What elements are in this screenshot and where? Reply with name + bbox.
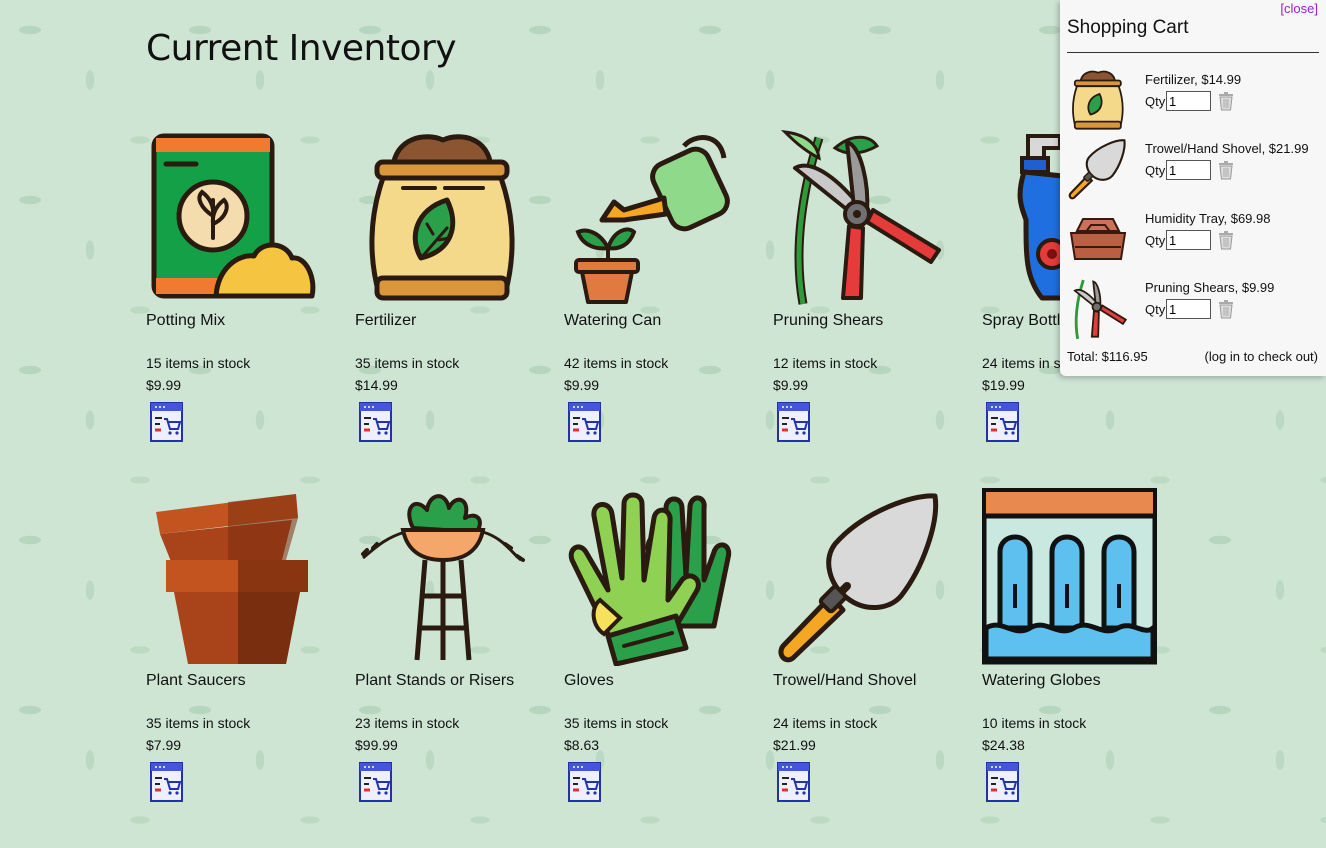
cart-item-label: Pruning Shears, $9.99 [1145,280,1275,295]
trash-icon[interactable] [1217,231,1235,250]
trash-icon[interactable] [1217,161,1235,180]
product-stock: 12 items in stock [773,355,878,371]
product-name: Pruning Shears [773,312,884,329]
cart-item: Trowel/Hand Shovel, $21.99 Qty: [1067,137,1319,205]
login-to-checkout-link[interactable]: (log in to check out) [1205,349,1318,364]
product-name: Gloves [564,672,614,689]
add-to-cart-button[interactable] [150,402,183,442]
product-price: $19.99 [982,377,1025,393]
humidity-tray-icon [1067,207,1129,271]
cart-item: Humidity Tray, $69.98 Qty: [1067,207,1319,275]
trash-icon[interactable] [1217,92,1235,111]
product-price: $14.99 [355,377,398,393]
cart-item-label: Fertilizer, $14.99 [1145,72,1242,87]
product-price: $9.99 [773,377,809,393]
shopping-cart-panel: [close] Shopping Cart Fertilizer, $14.99… [1060,0,1326,376]
product-card: Pruning Shears 12 items in stock $9.99 [773,128,982,488]
cart-item: Fertilizer, $14.99 Qty: [1067,68,1319,136]
qty-input[interactable] [1166,91,1211,111]
watering-can-icon [564,128,739,306]
product-grid: Potting Mix 15 items in stock $9.99 Fert… [146,128,1206,818]
product-card: Gloves 35 items in stock $8.63 [564,488,773,848]
product-name: Spray Bottle [982,312,1070,329]
cart-total: Total: $116.95 [1067,349,1148,364]
trowel-icon [773,488,948,666]
product-card: Fertilizer 35 items in stock $14.99 [355,128,564,488]
product-card: Trowel/Hand Shovel 24 items in stock $21… [773,488,982,848]
cart-item-label: Humidity Tray, $69.98 [1145,211,1271,226]
product-stock: 23 items in stock [355,715,460,731]
divider [1067,52,1319,53]
product-price: $99.99 [355,737,398,753]
add-to-cart-button[interactable] [986,762,1019,802]
pruning-shears-icon [1067,276,1129,340]
product-name: Plant Saucers [146,672,246,689]
product-name: Trowel/Hand Shovel [773,672,917,689]
product-stock: 42 items in stock [564,355,669,371]
plant-saucers-icon [146,488,321,666]
cart-item: Pruning Shears, $9.99 Qty: [1067,276,1319,344]
product-card: Plant Saucers 35 items in stock $7.99 [146,488,355,848]
pruning-shears-icon [773,128,948,306]
product-name: Potting Mix [146,312,226,329]
product-price: $9.99 [146,377,182,393]
product-card: Watering Can 42 items in stock $9.99 [564,128,773,488]
add-to-cart-button[interactable] [777,402,810,442]
plant-stand-icon [355,488,530,666]
add-to-cart-button[interactable] [986,402,1019,442]
trowel-icon [1067,137,1129,201]
product-card: Plant Stands or Risers 23 items in stock… [355,488,564,848]
product-stock: 35 items in stock [355,355,460,371]
product-name: Watering Can [564,312,662,329]
product-stock: 35 items in stock [146,715,251,731]
qty-input[interactable] [1166,160,1211,180]
potting-mix-icon [146,128,321,306]
add-to-cart-button[interactable] [150,762,183,802]
add-to-cart-button[interactable] [568,402,601,442]
product-name: Fertilizer [355,312,417,329]
product-stock: 24 items in stock [773,715,878,731]
trash-icon[interactable] [1217,300,1235,319]
product-price: $7.99 [146,737,182,753]
product-price: $9.99 [564,377,600,393]
add-to-cart-button[interactable] [359,402,392,442]
add-to-cart-button[interactable] [568,762,601,802]
fertilizer-icon [1067,68,1129,132]
product-stock: 35 items in stock [564,715,669,731]
add-to-cart-button[interactable] [777,762,810,802]
qty-input[interactable] [1166,230,1211,250]
cart-title: Shopping Cart [1067,17,1189,38]
cart-item-label: Trowel/Hand Shovel, $21.99 [1145,141,1309,156]
product-price: $21.99 [773,737,816,753]
product-stock: 15 items in stock [146,355,251,371]
product-price: $24.38 [982,737,1025,753]
gloves-icon [564,488,739,666]
fertilizer-icon [355,128,530,306]
product-name: Watering Globes [982,672,1101,689]
product-card: Watering Globes 10 items in stock $24.38 [982,488,1191,848]
page-title: Current Inventory [146,28,457,69]
product-price: $8.63 [564,737,600,753]
product-card: Potting Mix 15 items in stock $9.99 [146,128,355,488]
product-stock: 10 items in stock [982,715,1087,731]
qty-input[interactable] [1166,299,1211,319]
close-cart-link[interactable]: [close] [1280,1,1318,16]
watering-globes-icon [982,488,1157,666]
product-name: Plant Stands or Risers [355,672,515,689]
add-to-cart-button[interactable] [359,762,392,802]
